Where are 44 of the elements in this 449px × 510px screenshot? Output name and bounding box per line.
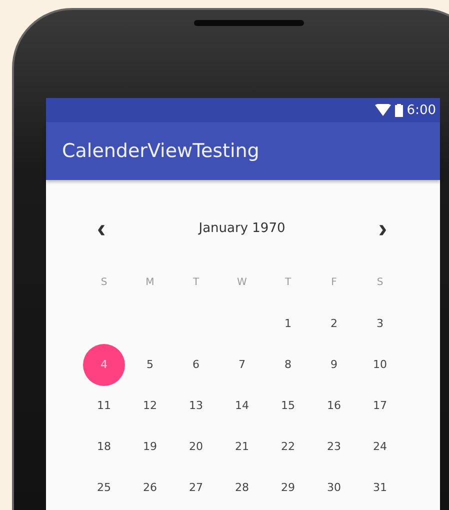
calendar-day[interactable]: 13	[175, 384, 217, 426]
calendar-day[interactable]: 28	[221, 466, 263, 508]
calendar-day[interactable]: 3	[359, 302, 401, 344]
weekday-label: S	[376, 277, 384, 288]
status-time: 6:00	[406, 102, 436, 118]
calendar-day[interactable]: 18	[83, 426, 125, 468]
calendar-day[interactable]: 19	[129, 426, 171, 468]
wifi-icon	[374, 104, 391, 116]
calendar-day[interactable]: 21	[221, 426, 263, 468]
calendar-day[interactable]: 7	[221, 344, 263, 386]
calendar-day[interactable]: 8	[267, 344, 309, 386]
month-title: January 1970	[198, 220, 286, 236]
calendar-day[interactable]: 16	[313, 384, 355, 426]
calendar-day[interactable]: 30	[313, 466, 355, 508]
weekday-label: S	[100, 277, 108, 288]
calendar-day[interactable]: 11	[83, 384, 125, 426]
calendar-day[interactable]: 17	[359, 384, 401, 426]
app-title: CalenderViewTesting	[62, 140, 260, 162]
calendar-day[interactable]: 27	[175, 466, 217, 508]
battery-icon	[394, 104, 403, 116]
weekday-label: T	[192, 277, 200, 288]
previous-month-button[interactable]: ‹	[93, 215, 110, 241]
calendar-day[interactable]: 20	[175, 426, 217, 468]
weekday-label: F	[331, 277, 337, 288]
calendar-day[interactable]: 15	[267, 384, 309, 426]
next-month-button[interactable]: ›	[374, 215, 391, 241]
calendar-day[interactable]: 1	[267, 302, 309, 344]
weekday-label: W	[237, 277, 247, 288]
calendar-day[interactable]: 9	[313, 344, 355, 386]
calendar-day[interactable]: 26	[129, 466, 171, 508]
calendar-day[interactable]: 14	[221, 384, 263, 426]
calendar-day[interactable]: 22	[267, 426, 309, 468]
weekday-label: M	[146, 277, 154, 288]
calendar-day[interactable]: 31	[359, 466, 401, 508]
weekday-label: T	[284, 277, 292, 288]
calendar-day[interactable]: 2	[313, 302, 355, 344]
calendar-day[interactable]: 25	[83, 466, 125, 508]
calendar-day[interactable]: 12	[129, 384, 171, 426]
calendar-day[interactable]: 6	[175, 344, 217, 386]
calendar-day[interactable]: 10	[359, 344, 401, 386]
calendar-day[interactable]: 29	[267, 466, 309, 508]
calendar-day[interactable]: 24	[359, 426, 401, 468]
calendar-day[interactable]: 23	[313, 426, 355, 468]
calendar-day[interactable]: 5	[129, 344, 171, 386]
